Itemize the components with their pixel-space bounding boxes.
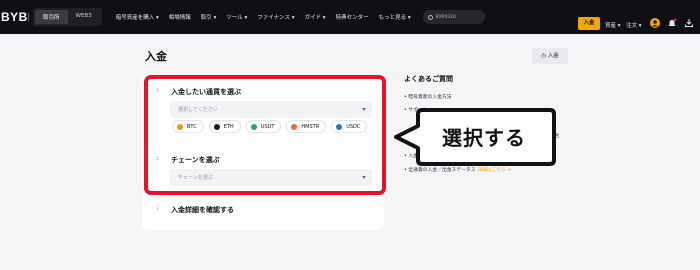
- search-input[interactable]: BXP0320: [422, 10, 485, 24]
- tab-exchange[interactable]: 取引所: [35, 10, 68, 24]
- bell-icon[interactable]: [667, 18, 677, 28]
- orders-menu[interactable]: 注文 ▾: [626, 21, 642, 29]
- nav-markets[interactable]: 相場情報: [169, 13, 191, 21]
- main-nav: 暗号資産を購入 ▾ 相場情報 取引 ▾ ツール ▾ ファイナンス ▾ ガイド ▾…: [116, 13, 411, 21]
- nav-buy-crypto[interactable]: 暗号資産を購入 ▾: [116, 13, 159, 21]
- nav-finance[interactable]: ファイナンス ▾: [257, 13, 294, 21]
- tab-web3[interactable]: WEB3: [68, 10, 100, 24]
- page-title: 入金: [145, 50, 167, 63]
- nav-trade[interactable]: 取引 ▾: [201, 13, 217, 21]
- nav-rewards[interactable]: 特典センター: [336, 13, 369, 21]
- faq-detail-link[interactable]: 詳細はこちら ➜: [477, 168, 511, 173]
- assets-menu[interactable]: 資産 ▾: [605, 21, 621, 29]
- mode-switch: 取引所 WEB3: [33, 8, 102, 26]
- header-deposit-button[interactable]: 入金: [578, 17, 600, 30]
- faq-item[interactable]: • 暗号資産の入金方法: [404, 93, 452, 100]
- nav-guide[interactable]: ガイド ▾: [305, 13, 326, 21]
- step-3-title: 入金詳細を確認する: [171, 206, 234, 214]
- search-icon: [427, 14, 433, 20]
- faq-title: よくあるご質問: [404, 75, 453, 83]
- faq-item[interactable]: • 全通貨の入金／出金ステータス 詳細はこちら ➜: [404, 166, 511, 173]
- download-icon[interactable]: [684, 18, 694, 28]
- nav-more[interactable]: もっと見る ▾: [379, 13, 411, 21]
- step-3-number: 3: [156, 207, 159, 212]
- bybit-logo[interactable]: BYBIT: [1, 10, 29, 24]
- highlight-frame: [144, 75, 386, 195]
- avatar-icon[interactable]: [650, 18, 660, 28]
- nav-tools[interactable]: ツール ▾: [226, 13, 247, 21]
- secondary-deposit-button[interactable]: ◷ 入金: [532, 48, 568, 64]
- search-placeholder: BXP0320: [435, 14, 456, 20]
- callout-text: 選択する: [442, 126, 526, 150]
